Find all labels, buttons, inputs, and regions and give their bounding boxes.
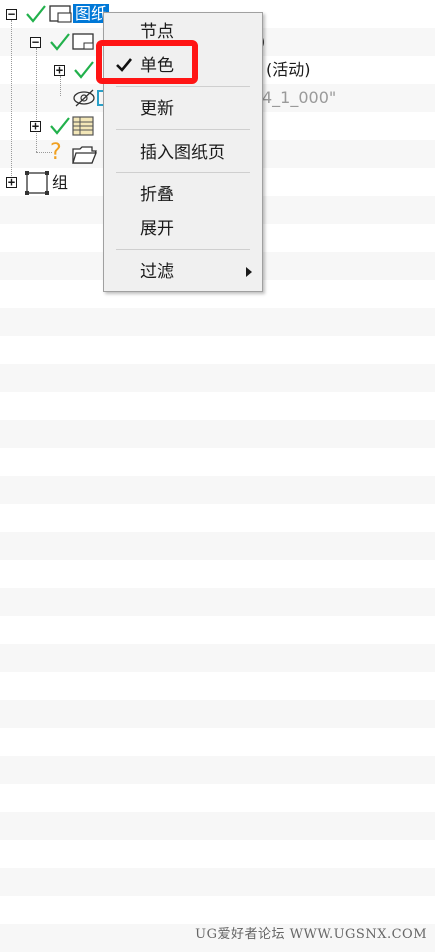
collapse-toggle[interactable]: − — [30, 36, 41, 48]
tree-row — [0, 644, 435, 672]
question-icon: ? — [50, 140, 62, 165]
menu-item-label: 折叠 — [140, 185, 174, 205]
collapse-toggle[interactable]: − — [6, 8, 17, 20]
menu-item-label: 过滤 — [140, 262, 174, 282]
tree-row — [0, 476, 435, 504]
expand-toggle[interactable]: + — [30, 120, 41, 132]
tree-item-label: 组 — [52, 173, 69, 192]
tree-row — [0, 812, 435, 840]
hidden-eye-icon — [73, 89, 95, 107]
tree-item-label: (活动) — [266, 60, 311, 79]
menu-item-collapse[interactable]: 折叠 — [104, 180, 262, 210]
tree-item-group[interactable]: 组 — [52, 173, 68, 193]
menu-separator — [116, 86, 250, 87]
tree-item-view[interactable]: (活动) — [266, 60, 311, 80]
tree-row — [0, 364, 435, 392]
check-icon — [74, 61, 94, 79]
menu-item-expand[interactable]: 展开 — [104, 214, 262, 244]
expand-toggle[interactable]: + — [54, 64, 65, 76]
menu-separator — [116, 172, 250, 173]
group-icon — [25, 171, 49, 195]
tree-item-hidden-view[interactable]: 4_1_000" — [262, 88, 336, 108]
sheet-icon — [72, 33, 94, 50]
tree-row — [0, 308, 435, 336]
tree-connector — [36, 48, 37, 152]
watermark: UG爱好者论坛 WWW.UGSNX.COM — [195, 927, 427, 942]
submenu-arrow-icon — [246, 267, 252, 277]
tree-row — [0, 560, 435, 588]
tree-row — [0, 532, 435, 560]
menu-item-label: 展开 — [140, 219, 174, 239]
table-icon — [72, 116, 94, 136]
tree-row — [0, 420, 435, 448]
tree-row — [0, 336, 435, 364]
tree-row — [0, 728, 435, 756]
tree-connector — [60, 76, 61, 96]
menu-separator — [116, 129, 250, 130]
expand-toggle[interactable]: + — [6, 176, 17, 188]
tree-row — [0, 700, 435, 728]
menu-item-filter[interactable]: 过滤 — [104, 257, 262, 287]
tree-row — [0, 588, 435, 616]
menu-item-label: 插入图纸页 — [140, 143, 225, 163]
tree-connector — [11, 20, 12, 180]
tree-row — [0, 672, 435, 700]
menu-separator — [116, 249, 250, 250]
check-icon — [26, 5, 46, 23]
check-icon — [50, 117, 70, 135]
menu-item-insert-sheet[interactable]: 插入图纸页 — [104, 138, 262, 168]
tree-row — [0, 504, 435, 532]
tree-item-label: 4_1_000" — [262, 88, 337, 107]
tree-row — [0, 392, 435, 420]
menu-item-label: 更新 — [140, 99, 174, 119]
drawing-icon — [49, 5, 72, 23]
menu-item-update[interactable]: 更新 — [104, 94, 262, 124]
tree-row — [0, 756, 435, 784]
menu-item-label: 节点 — [140, 22, 174, 42]
highlight-annotation — [96, 40, 198, 84]
tree-row — [0, 840, 435, 868]
tree-row — [0, 616, 435, 644]
check-icon — [50, 33, 70, 51]
folder-icon — [72, 146, 97, 164]
tree-row — [0, 784, 435, 812]
tree-row — [0, 896, 435, 924]
tree-row — [0, 868, 435, 896]
tree-row — [0, 448, 435, 476]
